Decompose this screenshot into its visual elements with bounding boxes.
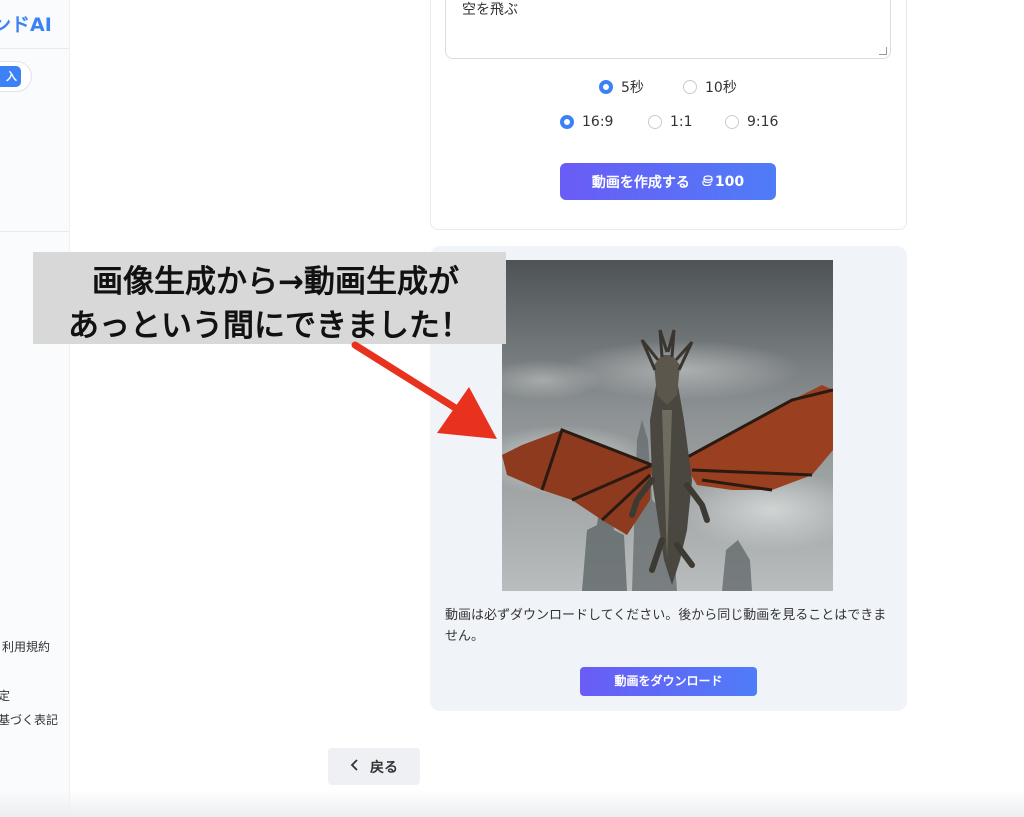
ratio-option-1-1[interactable]: 1:1 bbox=[648, 114, 693, 130]
back-button[interactable]: 戻る bbox=[328, 748, 420, 785]
ratio-option-16-9[interactable]: 16:9 bbox=[560, 114, 613, 130]
bottom-fade bbox=[0, 790, 1024, 817]
download-notice: 動画は必ずダウンロードしてください。後から同じ動画を見ることはできません。 bbox=[445, 608, 887, 644]
legal-notice-link[interactable]: 基づく表記 bbox=[0, 711, 58, 728]
duration-option-10s[interactable]: 10秒 bbox=[683, 77, 737, 97]
create-video-button[interactable]: 動画を作成する 100 bbox=[560, 163, 776, 200]
create-video-label: 動画を作成する bbox=[591, 174, 690, 191]
sidebar: ンドAI 入 利用規約 定 基づく表記 bbox=[0, 0, 70, 817]
credit-cost-value: 100 bbox=[714, 173, 745, 190]
ratio-label: 9:16 bbox=[747, 114, 779, 130]
annotation-line-1: 画像生成から→動画生成が bbox=[92, 264, 459, 300]
radio-unchecked-icon bbox=[648, 115, 662, 129]
buy-credits-pill[interactable]: 入 bbox=[0, 61, 32, 92]
credit-cost: 100 bbox=[702, 174, 744, 190]
annotation-caption: 画像生成から→動画生成が あっという間にできました！ bbox=[33, 252, 506, 344]
ratio-label: 1:1 bbox=[670, 114, 693, 130]
radio-unchecked-icon bbox=[683, 80, 697, 94]
back-label: 戻る bbox=[370, 759, 398, 776]
radio-checked-icon bbox=[560, 115, 574, 129]
radio-unchecked-icon bbox=[725, 115, 739, 129]
radio-checked-icon bbox=[599, 80, 613, 94]
resize-handle-icon[interactable] bbox=[879, 47, 887, 55]
ratio-option-9-16[interactable]: 9:16 bbox=[725, 114, 778, 130]
settings-link[interactable]: 定 bbox=[0, 687, 10, 704]
brand-logo[interactable]: ンドAI bbox=[0, 10, 52, 37]
buy-credits-button[interactable]: 入 bbox=[0, 66, 21, 87]
prompt-textarea[interactable]: 空を飛ぶ bbox=[445, 0, 891, 59]
duration-label: 5秒 bbox=[621, 80, 644, 96]
dragon-image bbox=[502, 260, 833, 591]
divider bbox=[0, 231, 69, 232]
red-arrow-icon bbox=[351, 341, 497, 439]
ratio-label: 16:9 bbox=[582, 114, 614, 130]
prompt-value: 空を飛ぶ bbox=[462, 2, 518, 18]
divider bbox=[0, 48, 69, 49]
download-video-button[interactable]: 動画をダウンロード bbox=[580, 667, 757, 696]
coin-stack-icon bbox=[702, 174, 713, 189]
duration-label: 10秒 bbox=[705, 80, 737, 96]
terms-link[interactable]: 利用規約 bbox=[2, 638, 50, 655]
generated-video-preview[interactable] bbox=[502, 260, 833, 591]
chevron-left-icon bbox=[350, 758, 360, 775]
duration-option-5s[interactable]: 5秒 bbox=[599, 77, 644, 97]
